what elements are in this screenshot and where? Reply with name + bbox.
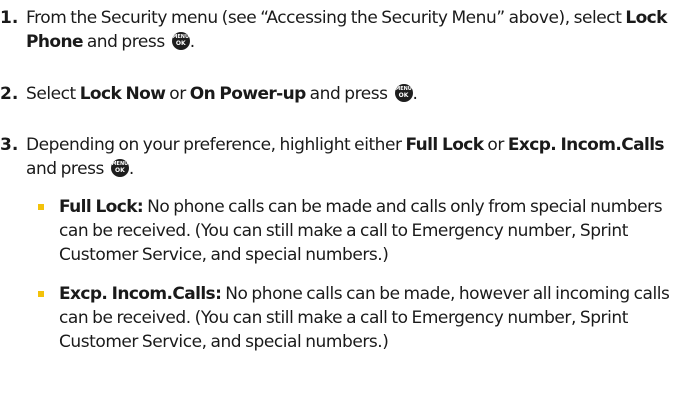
step-text: From the Security menu (see “Accessing t… [26,6,679,54]
step-text-part: . [412,84,418,104]
bullet-square-icon [38,204,44,210]
step-number: 1. [0,8,19,28]
menu-ok-key-icon: MENU OK [394,84,413,102]
step-text-part: From the Security menu (see “Accessing t… [26,8,626,28]
menu-option-lock-now: Lock Now [79,84,166,104]
step-text-part: or [165,84,190,104]
step-1: 1. From the Security menu (see “Accessin… [0,6,679,54]
menu-option-on-power-up: On Power-up [189,84,307,104]
key-label-ok: OK [175,40,186,47]
step-text-part: or [483,135,508,155]
step-text: Depending on your preference, highlight … [26,133,679,181]
bullet-term: Full Lock: [59,197,144,217]
key-label-ok: OK [115,167,125,174]
manual-page: 1. From the Security menu (see “Accessin… [0,0,679,397]
menu-ok-key-icon: MENU OK [110,159,129,177]
bullet-text: Full Lock: No phone calls can be made an… [59,195,679,267]
menu-option-full-lock: Full Lock [405,135,485,155]
step-text: Select Lock Now or On Power-up and press… [26,82,679,106]
menu-option-excp-incom-calls: Excp. Incom.Calls [507,135,665,155]
step-number: 2. [0,84,19,104]
key-label-ok: OK [398,92,409,99]
bullet-text: Excp. Incom.Calls: No phone calls can be… [59,282,679,354]
step-number: 3. [0,135,19,155]
step-3: 3. Depending on your preference, highlig… [0,133,679,181]
bullet-description: No phone calls can be made and calls onl… [59,197,663,265]
bullet-term: Excp. Incom.Calls: [59,284,222,304]
step-2: 2. Select Lock Now or On Power-up and pr… [0,82,679,106]
bullet-full-lock: Full Lock: No phone calls can be made an… [26,195,679,267]
step-text-part: and press [82,32,165,52]
step-text-part: Select [26,84,80,104]
step-text-part: Depending on your preference, highlight … [26,135,406,155]
step-text-part: and press [305,84,388,104]
step-text-part: . [128,159,134,179]
bullet-excp-incom-calls: Excp. Incom.Calls: No phone calls can be… [26,282,679,354]
bullet-square-icon [38,291,44,297]
menu-ok-key-icon: MENU OK [171,32,190,50]
step-text-part: and press [26,159,104,179]
step-text-part: . [189,32,195,52]
